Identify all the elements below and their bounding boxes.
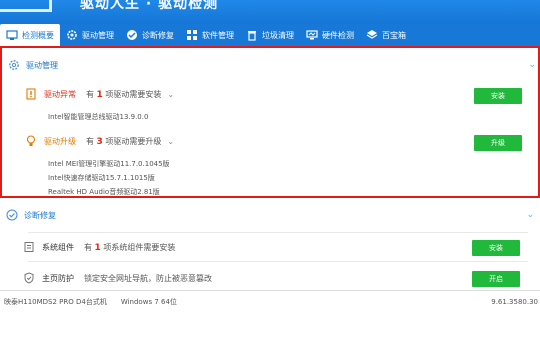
driver-list-item: Realtek HD Audio音频驱动2.81版 <box>48 188 160 196</box>
tab-label: 软件管理 <box>202 30 234 40</box>
repair-section-header[interactable]: 诊断修复 ⌄ <box>0 204 540 226</box>
expand-chevron-icon[interactable]: ⌄ <box>167 90 174 99</box>
tab-junk-cleanup[interactable]: 垃圾清理 <box>240 24 300 46</box>
driver-upgrade-count: 3 <box>96 136 103 147</box>
repair-section-title: 诊断修复 <box>24 210 56 220</box>
shield-icon <box>24 272 34 284</box>
tab-overview[interactable]: 检测概要 <box>0 24 60 46</box>
driver-abnormal-label: 驱动异常 <box>44 89 76 99</box>
machine-model: 映泰H110MDS2 PRO D4台式机 <box>4 297 107 306</box>
enable-protection-button[interactable]: 开启 <box>472 271 520 287</box>
diagnose-icon <box>6 209 18 221</box>
trash-icon <box>248 31 256 41</box>
tab-software-management[interactable]: 软件管理 <box>180 24 240 46</box>
toolbox-icon <box>366 30 378 39</box>
driver-upgrade-summary: 有 3 项驱动需要升级 <box>86 136 162 147</box>
tab-label: 百宝箱 <box>382 30 406 40</box>
app-banner: 驱动人生 · 驱动检测 <box>0 0 540 24</box>
banner-title: 驱动人生 · 驱动检测 <box>80 0 219 12</box>
tab-toolbox[interactable]: 百宝箱 <box>360 24 412 46</box>
install-component-button[interactable]: 安装 <box>472 240 520 256</box>
divider <box>28 232 528 233</box>
homepage-protection-text: 锁定安全网址导航，防止被恶意篡改 <box>84 273 212 283</box>
collapse-chevron-icon[interactable]: ⌄ <box>528 60 536 70</box>
system-components-row: 系统组件 有 1 项系统组件需要安装 <box>24 241 524 253</box>
status-footer: 映泰H110MDS2 PRO D4台式机 Windows 7 64位 9.61.… <box>0 290 540 312</box>
homepage-protection-label: 主页防护 <box>42 273 74 283</box>
tab-hardware-check[interactable]: 硬件检测 <box>300 24 360 46</box>
tab-driver-management[interactable]: 驱动管理 <box>60 24 120 46</box>
upgrade-driver-button[interactable]: 升级 <box>474 135 522 151</box>
collapse-chevron-icon[interactable]: ⌄ <box>526 210 534 220</box>
diagnose-icon <box>127 30 137 40</box>
tab-label: 硬件检测 <box>322 30 354 40</box>
gear-icon <box>9 60 19 70</box>
component-icon <box>24 242 34 252</box>
software-icon <box>187 30 197 40</box>
home-icon <box>6 30 18 40</box>
monitor-logo-icon <box>0 0 52 12</box>
tab-diagnose-repair[interactable]: 诊断修复 <box>120 24 180 46</box>
expand-chevron-icon[interactable]: ⌄ <box>167 137 174 146</box>
driver-management-card: 驱动管理 ⌄ 驱动异常 有 1 项驱动需要安装 ⌄ 安装 Intel智能管理总线… <box>0 46 540 198</box>
gear-icon <box>67 30 77 40</box>
driver-list-item: Intel智能管理总线驱动13.9.0.0 <box>48 113 149 121</box>
driver-section-header[interactable]: 驱动管理 ⌄ <box>2 54 540 76</box>
homepage-protection-row: 主页防护 锁定安全网址导航，防止被恶意篡改 <box>24 272 524 284</box>
app-version: 9.61.3580.30 <box>491 297 538 306</box>
system-components-summary: 有 1 项系统组件需要安装 <box>84 242 176 253</box>
lightbulb-icon <box>26 135 36 146</box>
driver-abnormal-row: 驱动异常 有 1 项驱动需要安装 ⌄ <box>26 88 526 100</box>
system-components-count: 1 <box>94 242 101 253</box>
install-driver-button[interactable]: 安装 <box>474 88 522 104</box>
driver-upgrade-row: 驱动升级 有 3 项驱动需要升级 ⌄ <box>26 135 526 147</box>
main-tab-bar: 检测概要 驱动管理 诊断修复 软件管理 垃圾清理 硬件检测 百宝箱 <box>0 24 540 46</box>
driver-warning-icon <box>26 88 36 100</box>
driver-section-title: 驱动管理 <box>26 60 58 70</box>
system-components-label: 系统组件 <box>42 242 74 252</box>
driver-abnormal-summary: 有 1 项驱动需要安装 <box>86 89 162 100</box>
overview-content: 驱动管理 ⌄ 驱动异常 有 1 项驱动需要安装 ⌄ 安装 Intel智能管理总线… <box>0 46 540 290</box>
monitor-icon <box>306 30 318 40</box>
tab-label: 驱动管理 <box>82 30 114 40</box>
driver-abnormal-count: 1 <box>96 89 103 100</box>
driver-list-item: Intel MEI管理引擎驱动11.7.0.1045版 <box>48 160 170 168</box>
os-info: Windows 7 64位 <box>120 297 177 306</box>
tab-label: 检测概要 <box>22 30 54 40</box>
driver-upgrade-label: 驱动升级 <box>44 136 76 146</box>
tab-label: 诊断修复 <box>142 30 174 40</box>
tab-label: 垃圾清理 <box>262 30 294 40</box>
divider <box>28 261 528 262</box>
driver-list-item: Intel快速存储驱动15.7.1.1015版 <box>48 174 155 182</box>
